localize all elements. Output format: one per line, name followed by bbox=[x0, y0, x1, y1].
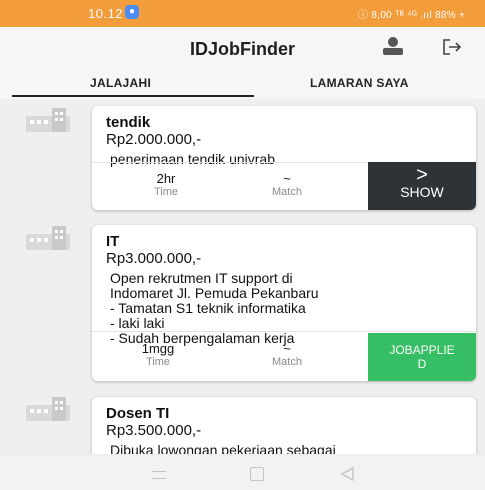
job-time-label: Time bbox=[153, 186, 179, 198]
home-icon[interactable] bbox=[250, 467, 264, 481]
job-time-value: 1mgg bbox=[141, 341, 175, 356]
job-match-label: Match bbox=[272, 186, 302, 198]
job-applied-button[interactable]: JOBAPPLIE D bbox=[368, 333, 476, 381]
back-icon[interactable] bbox=[339, 466, 355, 482]
person-icon[interactable] bbox=[382, 37, 404, 55]
job-time-label: Time bbox=[145, 356, 171, 368]
company-building-icon bbox=[26, 226, 70, 250]
tab-bar: JALAJAHI LAMARAN SAYA bbox=[0, 69, 485, 99]
company-building-icon bbox=[26, 397, 70, 421]
logout-icon[interactable] bbox=[442, 38, 462, 56]
system-navigation-bar bbox=[0, 456, 485, 490]
job-time-value: 2hr bbox=[156, 171, 176, 186]
job-card[interactable]: tendik Rp2.000.000,- penerimaan tendik u… bbox=[92, 106, 476, 210]
job-title: IT bbox=[106, 233, 120, 250]
tab-jalajahi[interactable]: JALAJAHI bbox=[90, 76, 151, 90]
status-bar: 10.12 ● ⓘ 8,00 ᵀᴮ ⁴ᴳ .ııl 88% + bbox=[0, 0, 485, 27]
job-salary: Rp3.000.000,- bbox=[106, 250, 202, 267]
job-salary: Rp2.000.000,- bbox=[106, 131, 202, 148]
status-indicators: ⓘ 8,00 ᵀᴮ ⁴ᴳ .ııl 88% + bbox=[358, 10, 466, 21]
job-match-label: Match bbox=[272, 356, 302, 368]
app-title: IDJobFinder bbox=[189, 39, 295, 59]
recent-apps-icon[interactable] bbox=[152, 471, 166, 479]
job-match-value: ~ bbox=[283, 171, 291, 186]
job-feed[interactable]: tendik Rp2.000.000,- penerimaan tendik u… bbox=[0, 99, 485, 454]
job-title: tendik bbox=[106, 114, 151, 131]
message-notification-icon: ● bbox=[125, 5, 139, 19]
job-card[interactable]: Dosen TI Rp3.500.000,- Dibuka lowongan p… bbox=[92, 397, 476, 454]
show-button[interactable]: > SHOW bbox=[368, 162, 476, 210]
active-tab-indicator bbox=[12, 95, 254, 97]
job-description: Dibuka lowongan pekerjaan sebagai Dosen … bbox=[110, 442, 336, 455]
company-building-icon bbox=[26, 108, 70, 132]
job-description: penerimaan tendik univrab bbox=[110, 151, 275, 167]
tab-lamaran-saya[interactable]: LAMARAN SAYA bbox=[310, 76, 409, 90]
card-divider bbox=[92, 331, 476, 332]
status-time: 10.12 bbox=[88, 6, 124, 21]
job-description: Open rekrutmen IT support di Indomaret J… bbox=[110, 270, 319, 346]
job-match-value: ~ bbox=[283, 341, 291, 356]
job-salary: Rp3.500.000,- bbox=[106, 422, 202, 439]
job-card[interactable]: IT Rp3.000.000,- Open rekrutmen IT suppo… bbox=[92, 225, 476, 381]
app-bar: IDJobFinder bbox=[0, 27, 485, 69]
job-title: Dosen TI bbox=[106, 405, 170, 422]
show-button-label: SHOW bbox=[400, 184, 444, 200]
